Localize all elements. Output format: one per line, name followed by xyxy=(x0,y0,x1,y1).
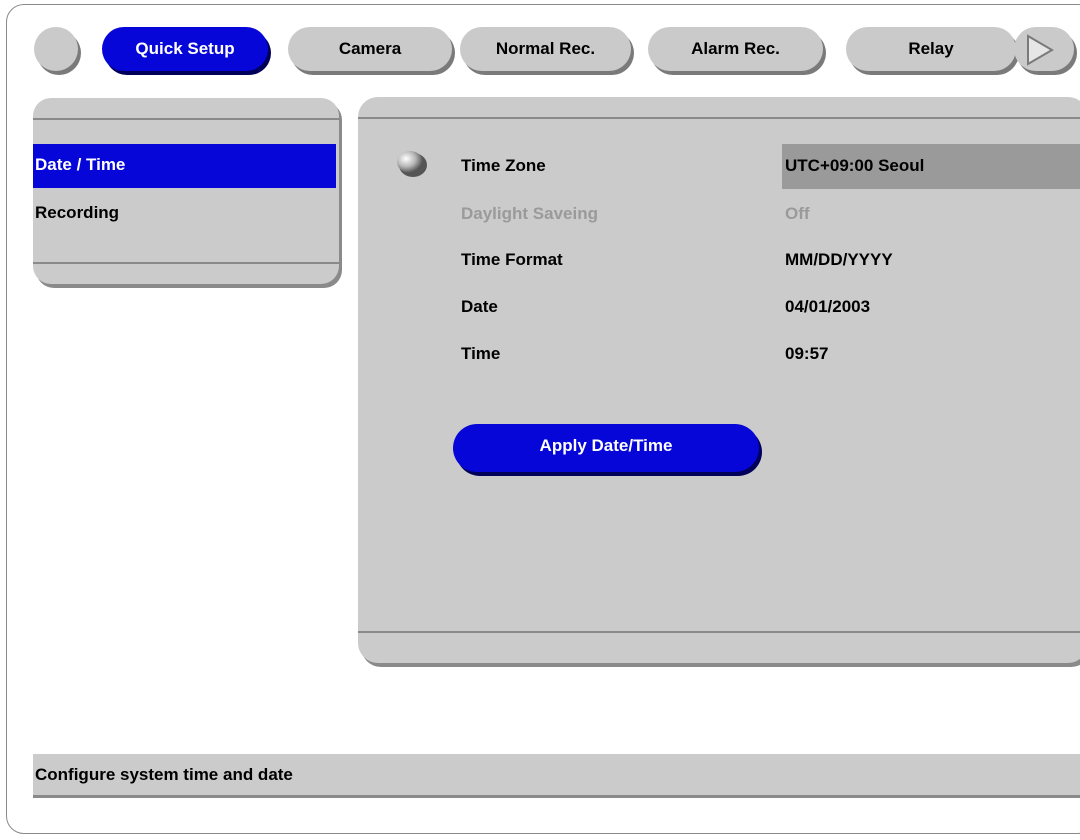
panel-bottom-divider xyxy=(358,631,1080,633)
date-label: Date xyxy=(461,297,498,316)
daylight-saving-value: Off xyxy=(785,204,810,223)
time-format-label: Time Format xyxy=(461,250,563,269)
tab-camera[interactable]: Camera xyxy=(288,27,452,71)
sidebar-item-date-time[interactable]: Date / Time xyxy=(33,144,336,188)
apply-date-time-button[interactable]: Apply Date/Time xyxy=(453,424,759,472)
time-value[interactable]: 09:57 xyxy=(785,344,828,364)
play-arrow-icon xyxy=(1027,34,1054,66)
tab-relay[interactable]: Relay xyxy=(846,27,1016,71)
next-tab-button[interactable] xyxy=(1014,27,1074,71)
time-zone-label: Time Zone xyxy=(461,156,546,175)
menu-bottom-divider xyxy=(33,262,339,264)
tab-normal-rec[interactable]: Normal Rec. xyxy=(460,27,631,71)
circle-button-icon[interactable] xyxy=(34,27,78,71)
tab-quick-setup[interactable]: Quick Setup xyxy=(102,27,268,71)
time-zone-value[interactable]: UTC+09:00 Seoul xyxy=(785,156,924,176)
settings-panel: Time Zone UTC+09:00 Seoul Daylight Savei… xyxy=(358,97,1080,663)
date-value[interactable]: 04/01/2003 xyxy=(785,297,870,317)
sphere-bullet-icon xyxy=(397,151,427,177)
sidebar-menu: Date / Time Recording xyxy=(33,98,339,284)
daylight-saving-label: Daylight Saveing xyxy=(461,204,598,223)
panel-top-divider xyxy=(358,117,1080,119)
time-label: Time xyxy=(461,344,501,363)
status-bar: Configure system time and date xyxy=(33,754,1080,798)
tab-alarm-rec[interactable]: Alarm Rec. xyxy=(648,27,823,71)
time-format-value[interactable]: MM/DD/YYYY xyxy=(785,250,893,270)
menu-top-divider xyxy=(33,118,339,120)
sidebar-item-recording[interactable]: Recording xyxy=(33,192,336,236)
